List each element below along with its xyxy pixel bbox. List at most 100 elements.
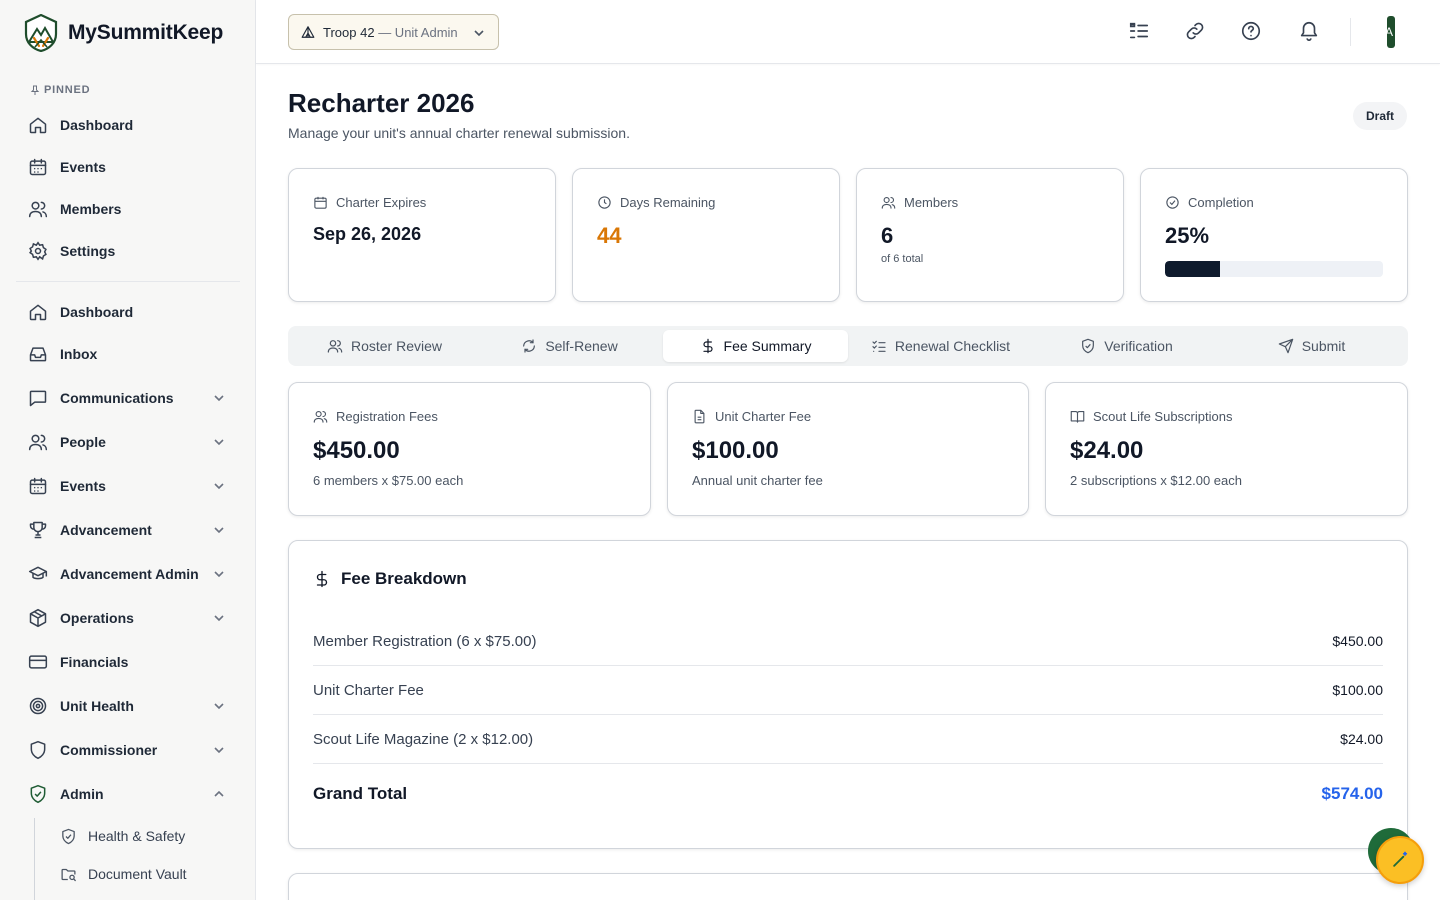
completion-progress-bar <box>1165 261 1383 277</box>
breakdown-title: Fee Breakdown <box>341 569 467 588</box>
app-name: MySummitKeep <box>68 21 224 44</box>
sidebar-item-admin[interactable]: Admin <box>16 775 240 813</box>
tab-self-renew[interactable]: Self-Renew <box>477 330 662 362</box>
sidebar-item-inbox[interactable]: Inbox <box>16 335 240 373</box>
link-icon[interactable] <box>1184 20 1206 42</box>
gear-icon <box>29 241 47 261</box>
shield-check-icon <box>1082 338 1095 354</box>
chevron-down-icon <box>214 483 224 490</box>
target-icon <box>29 697 47 715</box>
tab-renewal-checklist[interactable]: Renewal Checklist <box>848 330 1033 362</box>
checklist-icon <box>872 340 886 352</box>
pinned-item-settings[interactable]: Settings <box>16 232 240 270</box>
stat-card-completion: Completion 25% <box>1140 168 1408 302</box>
fee-label: Scout Life Subscriptions <box>1093 409 1233 424</box>
top-bar: Troop 42 — Unit Admin A <box>256 0 1440 64</box>
fee-amount: $450.00 <box>313 437 400 464</box>
check-circle-icon <box>1166 196 1179 209</box>
tab-verification[interactable]: Verification <box>1034 330 1219 362</box>
grand-total-amount: $574.00 <box>1321 783 1383 803</box>
quick-action-button[interactable] <box>1376 836 1424 884</box>
credit-card-icon <box>28 655 48 669</box>
users-icon <box>313 410 328 423</box>
avatar[interactable]: A <box>1387 16 1395 48</box>
submenu-guide-line <box>34 818 35 900</box>
fee-card-unit-charter: Unit Charter Fee $100.00 Annual unit cha… <box>667 382 1029 516</box>
inbox-icon <box>29 347 47 362</box>
chevron-down-icon <box>214 527 224 534</box>
stat-value: Sep 26, 2026 <box>313 224 422 244</box>
chevron-down-icon <box>214 395 224 402</box>
sidebar-item-communications[interactable]: Communications <box>16 379 240 417</box>
trophy-icon <box>29 521 47 539</box>
sidebar-item-operations[interactable]: Operations <box>16 599 240 637</box>
grand-total-label: Grand Total <box>313 783 408 803</box>
stat-value: 6 <box>881 223 894 248</box>
package-icon <box>29 608 47 628</box>
fee-card-registration: Registration Fees $450.00 6 members x $7… <box>288 382 651 516</box>
stat-label: Members <box>904 195 959 210</box>
tab-fee-summary[interactable]: Fee Summary <box>663 330 848 362</box>
tab-submit[interactable]: Submit <box>1219 330 1404 362</box>
sidebar-item-events[interactable]: Events <box>16 467 240 505</box>
calendar-icon <box>29 477 47 495</box>
users-icon <box>28 201 48 218</box>
users-icon <box>327 340 343 353</box>
brand[interactable]: MySummitKeep <box>24 14 223 52</box>
stat-label: Completion <box>1188 195 1254 210</box>
pinned-item-members[interactable]: Members <box>16 190 240 228</box>
stat-note: of 6 total <box>881 253 924 265</box>
pinned-item-dashboard[interactable]: Dashboard <box>16 106 240 144</box>
fee-amount: $100.00 <box>692 437 779 464</box>
sidebar-item-advancement-admin[interactable]: Advancement Admin <box>16 555 240 593</box>
send-icon <box>1278 338 1293 354</box>
checklist-icon[interactable] <box>1128 20 1150 42</box>
page-title: Recharter 2026 <box>288 88 475 118</box>
grand-total-row: Grand Total $574.00 <box>313 769 1383 818</box>
bell-icon[interactable] <box>1298 20 1320 42</box>
page-subtitle: Manage your unit's annual charter renewa… <box>288 125 630 141</box>
next-section-card <box>288 873 1408 900</box>
fee-description: 6 members x $75.00 each <box>313 473 464 488</box>
sidebar-subitem-health-safety[interactable]: Health & Safety <box>48 819 240 853</box>
unit-selector[interactable]: Troop 42 — Unit Admin <box>288 14 499 50</box>
stat-card-days-remaining: Days Remaining 44 <box>572 168 840 302</box>
chevron-up-icon <box>214 790 224 797</box>
sidebar-item-people[interactable]: People <box>16 423 240 461</box>
help-icon[interactable] <box>1240 20 1262 42</box>
pinned-item-events[interactable]: Events <box>16 148 240 186</box>
topbar-divider <box>1350 18 1351 46</box>
sidebar-item-advancement[interactable]: Advancement <box>16 511 240 549</box>
stat-label: Days Remaining <box>620 195 716 210</box>
sidebar-item-dashboard[interactable]: Dashboard <box>16 293 240 331</box>
chevron-down-icon <box>214 571 224 578</box>
tent-icon <box>301 26 315 38</box>
fee-label: Registration Fees <box>336 409 438 424</box>
sidebar-item-unit-health[interactable]: Unit Health <box>16 687 240 725</box>
unit-role: — Unit Admin <box>378 24 458 40</box>
shield-icon <box>30 740 46 760</box>
dollar-icon <box>702 338 713 354</box>
clock-icon <box>598 196 611 209</box>
fee-amount: $24.00 <box>1070 437 1144 464</box>
unit-name: Troop 42 <box>323 24 375 40</box>
stat-card-members: Members 6 of 6 total <box>856 168 1124 302</box>
sidebar-subitem-document-vault[interactable]: Document Vault <box>48 857 240 891</box>
breakdown-row: Scout Life Magazine (2 x $12.00) $24.00 <box>313 715 1383 764</box>
fee-description: 2 subscriptions x $12.00 each <box>1070 473 1242 488</box>
calendar-icon <box>314 196 327 209</box>
refresh-icon <box>523 339 536 353</box>
chevron-down-icon <box>214 747 224 754</box>
sidebar-item-financials[interactable]: Financials <box>16 643 240 681</box>
users-icon <box>881 196 896 209</box>
folder-search-icon <box>61 868 77 881</box>
sidebar-item-commissioner[interactable]: Commissioner <box>16 731 240 769</box>
document-icon <box>694 409 705 424</box>
pin-icon <box>30 85 40 96</box>
sidebar: MySummitKeep PINNED Dashboard Events Mem… <box>0 0 256 900</box>
stat-card-charter-expires: Charter Expires Sep 26, 2026 <box>288 168 556 302</box>
recharter-tabs: Roster Review Self-Renew Fee Summary Ren… <box>288 326 1408 366</box>
shield-check-icon <box>30 784 46 804</box>
tab-roster-review[interactable]: Roster Review <box>292 330 477 362</box>
pinned-section-label: PINNED <box>30 84 90 96</box>
